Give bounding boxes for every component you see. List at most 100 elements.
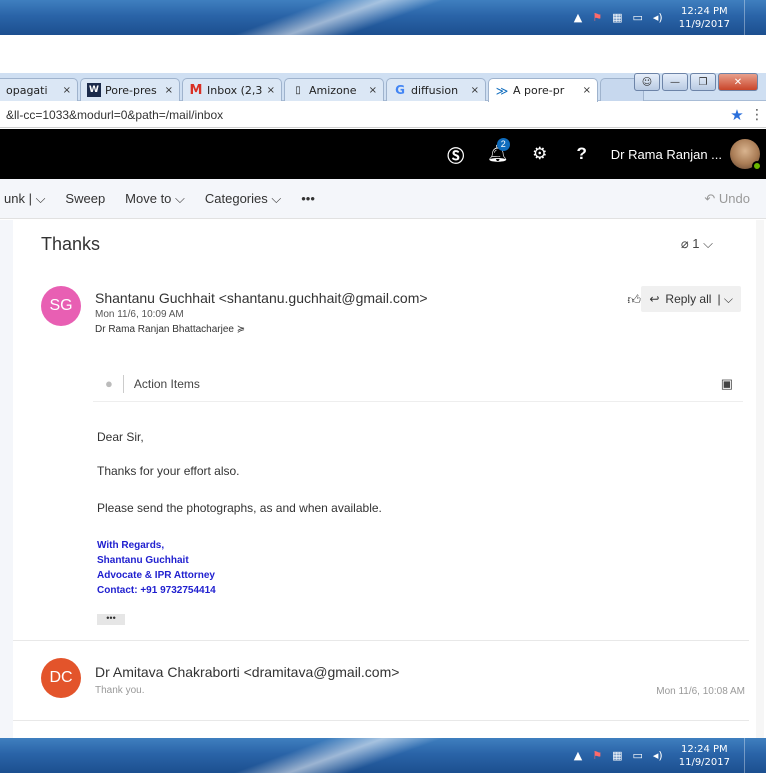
action-center-flag-icon[interactable]: ⚑ bbox=[592, 11, 602, 24]
google-icon: G bbox=[395, 83, 405, 97]
message1-date: Mon 11/6, 10:09 AM bbox=[95, 309, 184, 320]
signature-line: Contact: +91 9732754414 bbox=[97, 585, 216, 596]
address-bar[interactable]: &ll-cc=1033&modurl=0&path=/mail/inbox ★ … bbox=[0, 102, 766, 128]
notifications-bell-icon[interactable]: 🔔︎ 2 bbox=[477, 129, 519, 179]
sender-avatar-dc[interactable]: DC bbox=[41, 658, 81, 698]
action-items-label: Action Items bbox=[133, 376, 200, 391]
tab-close-icon[interactable]: × bbox=[583, 85, 591, 96]
user-name[interactable]: Dr Rama Ranjan ... bbox=[603, 147, 730, 162]
junk-label: unk | bbox=[4, 190, 32, 206]
reply-all-icon: ↩ bbox=[649, 292, 660, 306]
action-items-icon: ● bbox=[105, 376, 113, 391]
signature-line: Advocate & IPR Attorney bbox=[97, 570, 215, 581]
reply-all-label: Reply all bbox=[665, 292, 712, 306]
clock-time: 12:24 PM bbox=[681, 743, 728, 755]
sweep-button[interactable]: Sweep bbox=[55, 191, 115, 206]
chevron-down-icon: ⌵ bbox=[171, 190, 185, 206]
outlook-icon: ≫ bbox=[495, 83, 509, 98]
minimize-icon[interactable]: — bbox=[662, 73, 688, 91]
tab-label: diffusion bbox=[411, 83, 459, 97]
tab-label: opagati bbox=[6, 83, 48, 97]
categories-button[interactable]: Categories ⌵ bbox=[195, 191, 291, 207]
windows-taskbar-bottom: ▲ ⚑ ▦ ▭ ◂) 12:24 PM 11/9/2017 bbox=[0, 738, 766, 773]
attachment-count: 1 bbox=[692, 236, 700, 251]
tab-outlook-active[interactable]: ≫ A pore-pr × bbox=[488, 78, 598, 102]
undo-button[interactable]: ↶ Undo bbox=[704, 191, 750, 207]
clock-date: 11/9/2017 bbox=[678, 756, 730, 768]
tab-label: Amizone bbox=[309, 83, 357, 97]
message-divider bbox=[13, 720, 749, 721]
show-desktop-button[interactable] bbox=[744, 0, 754, 35]
message1-recipients[interactable]: Dr Rama Ranjan Bhattacharjee ≽ bbox=[95, 324, 245, 335]
browser-menu-icon[interactable]: ⋮ bbox=[748, 107, 766, 123]
tab-close-icon[interactable]: × bbox=[165, 85, 173, 96]
system-clock[interactable]: 12:24 PM 11/9/2017 bbox=[679, 5, 730, 31]
tab-gmail-inbox[interactable]: M Inbox (2,3 × bbox=[182, 78, 282, 101]
tab-propagation[interactable]: opagati × bbox=[0, 78, 78, 101]
email-subject: Thanks bbox=[41, 234, 101, 254]
gmail-icon: M bbox=[189, 82, 203, 98]
settings-gear-icon[interactable]: ⚙ bbox=[519, 129, 561, 179]
action-center-flag-icon[interactable]: ⚑ bbox=[592, 749, 602, 762]
tab-close-icon[interactable]: × bbox=[267, 85, 275, 96]
chevron-down-icon: ⌵ bbox=[703, 236, 713, 251]
url-text[interactable]: &ll-cc=1033&modurl=0&path=/mail/inbox bbox=[0, 108, 726, 122]
bookmark-star-icon[interactable]: ★ bbox=[726, 106, 748, 124]
chevron-down-icon: ⌵ bbox=[31, 190, 46, 206]
reading-pane-scrollbar[interactable] bbox=[756, 220, 764, 740]
show-desktop-button[interactable] bbox=[744, 738, 754, 773]
reply-all-button[interactable]: ↩ Reply all | ⌵ bbox=[641, 286, 741, 312]
tab-amizone[interactable]: ▯ Amizone × bbox=[284, 78, 384, 101]
more-commands-button[interactable]: ••• bbox=[291, 191, 325, 206]
system-clock[interactable]: 12:24 PM 11/9/2017 bbox=[679, 743, 730, 769]
page-icon: ▯ bbox=[295, 84, 301, 96]
tab-google-diffusion[interactable]: G diffusion × bbox=[386, 78, 486, 101]
tray-up-arrow-icon[interactable]: ▲ bbox=[574, 11, 582, 24]
tray-up-arrow-icon[interactable]: ▲ bbox=[574, 749, 582, 762]
message1-sender[interactable]: Shantanu Guchhait <shantanu.guchhait@gma… bbox=[95, 290, 428, 306]
chat-icon[interactable]: ▭ bbox=[632, 749, 642, 762]
sender-avatar-sg[interactable]: SG bbox=[41, 286, 81, 326]
tab-pore-pressure[interactable]: W Pore-pres × bbox=[80, 78, 180, 101]
addin-store-icon[interactable]: ▣ bbox=[721, 376, 733, 392]
tab-close-icon[interactable]: × bbox=[471, 85, 479, 96]
volume-icon[interactable]: ◂) bbox=[653, 749, 663, 762]
attachments-toggle[interactable]: ⌀ 1 ⌵ bbox=[681, 236, 713, 252]
system-tray: ▲ ⚑ ▦ ▭ ◂) 12:24 PM 11/9/2017 bbox=[546, 0, 766, 35]
network-icon[interactable]: ▦ bbox=[612, 11, 622, 24]
volume-icon[interactable]: ◂) bbox=[653, 11, 663, 24]
tab-close-icon[interactable]: × bbox=[63, 85, 71, 96]
user-profile-icon[interactable]: ☺ bbox=[634, 73, 660, 91]
move-to-button[interactable]: Move to ⌵ bbox=[115, 191, 195, 207]
message2-sender[interactable]: Dr Amitava Chakraborti <dramitava@gmail.… bbox=[95, 664, 399, 680]
tab-close-icon[interactable]: × bbox=[369, 85, 377, 96]
outlook-header: Ⓢ 🔔︎ 2 ⚙ ? Dr Rama Ranjan ... bbox=[0, 129, 766, 179]
folder-pane-edge bbox=[0, 220, 13, 740]
online-status-icon bbox=[752, 161, 762, 171]
expand-recipients-icon[interactable]: ≽ bbox=[237, 324, 245, 335]
message2-snippet[interactable]: Thank you. bbox=[95, 685, 144, 696]
undo-icon: ↶ bbox=[704, 190, 719, 206]
w-icon: W bbox=[87, 83, 101, 97]
show-trimmed-content-button[interactable]: ••• bbox=[97, 614, 125, 625]
user-avatar[interactable] bbox=[730, 139, 762, 171]
system-tray: ▲ ⚑ ▦ ▭ ◂) 12:24 PM 11/9/2017 bbox=[546, 738, 766, 773]
junk-button[interactable]: unk | ⌵ bbox=[0, 191, 55, 207]
notification-badge: 2 bbox=[496, 138, 510, 151]
command-bar: unk | ⌵ Sweep Move to ⌵ Categories ⌵ •••… bbox=[0, 179, 766, 219]
like-icon[interactable]: 👍︎ bbox=[627, 292, 641, 308]
close-window-icon[interactable]: ✕ bbox=[718, 73, 758, 91]
tab-label: A pore-pr bbox=[513, 84, 565, 97]
windows-taskbar-top: ▲ ⚑ ▦ ▭ ◂) 12:24 PM 11/9/2017 bbox=[0, 0, 766, 35]
chat-icon[interactable]: ▭ bbox=[632, 11, 642, 24]
tab-label: Pore-pres bbox=[105, 83, 157, 97]
network-icon[interactable]: ▦ bbox=[612, 749, 622, 762]
help-icon[interactable]: ? bbox=[561, 129, 603, 179]
window-controls: ☺ — ❐ ✕ bbox=[634, 73, 758, 91]
reading-pane: Thanks ⌀ 1 ⌵ SG Shantanu Guchhait <shant… bbox=[13, 220, 753, 740]
more-actions-chevron-icon[interactable]: | ⌵ bbox=[717, 292, 733, 307]
tab-label: Inbox (2,3 bbox=[207, 83, 263, 97]
skype-icon[interactable]: Ⓢ bbox=[435, 129, 477, 179]
maximize-icon[interactable]: ❐ bbox=[690, 73, 716, 91]
action-items-bar[interactable]: ● Action Items ▣ bbox=[93, 366, 743, 402]
